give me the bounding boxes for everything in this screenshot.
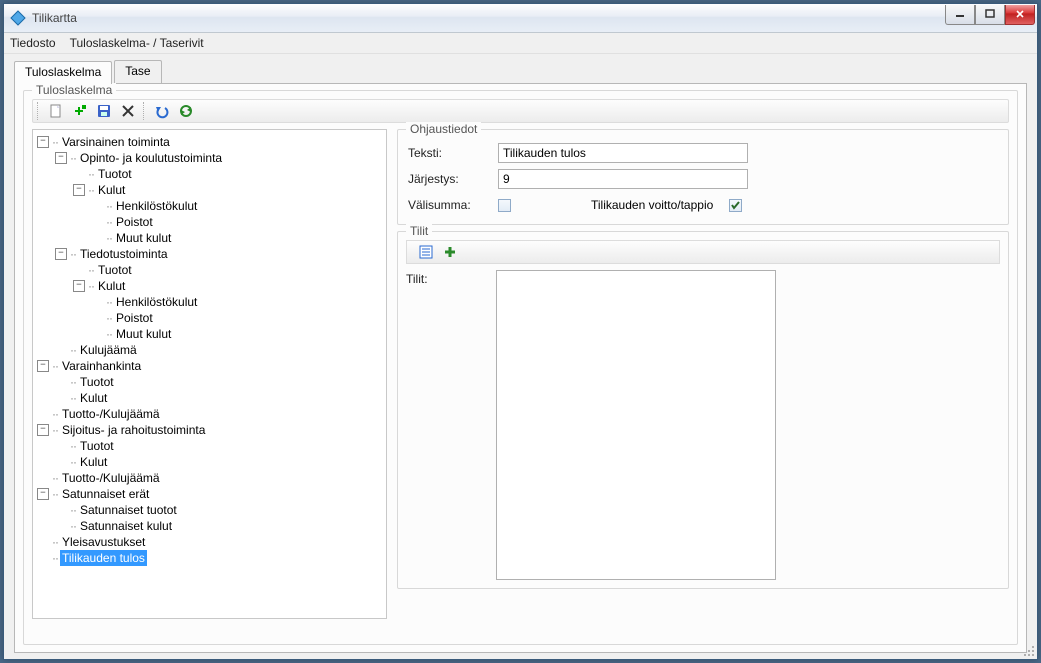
list-icon[interactable] — [417, 243, 435, 261]
checkbox-voittotappio[interactable] — [729, 199, 742, 212]
window-title: Tilikartta — [32, 11, 945, 25]
menubar: Tiedosto Tuloslaskelma- / Taserivit — [4, 33, 1037, 54]
refresh-icon[interactable] — [177, 102, 195, 120]
tree-item[interactable]: Tiedotustoiminta — [78, 246, 170, 262]
group-legend: Ohjaustiedot — [406, 122, 481, 136]
add-node-icon[interactable] — [71, 102, 89, 120]
undo-icon[interactable] — [153, 102, 171, 120]
tree-item[interactable]: Poistot — [114, 214, 155, 230]
toolbar-main — [32, 99, 1009, 123]
tree-item[interactable]: Tuotot — [78, 374, 116, 390]
tree-item[interactable]: Henkilöstökulut — [114, 198, 199, 214]
label-teksti: Teksti: — [408, 146, 498, 160]
close-button[interactable] — [1005, 5, 1035, 25]
expander-icon[interactable]: − — [37, 424, 49, 436]
add-icon[interactable] — [441, 243, 459, 261]
tree-item[interactable]: Kulut — [78, 454, 109, 470]
group-tilit: Tilit Tilit: — [397, 231, 1009, 589]
tree-item[interactable]: Sijoitus- ja rahoitustoiminta — [60, 422, 207, 438]
toolbar-tilit — [406, 240, 1000, 264]
toolbar-separator — [37, 102, 41, 120]
toolbar-separator — [143, 102, 147, 120]
tree-item[interactable]: Kulut — [96, 278, 127, 294]
client-area: Tuloslaskelma Tase Tuloslaskelma — [4, 54, 1037, 659]
tabstrip: Tuloslaskelma Tase — [14, 60, 1027, 83]
expander-icon[interactable]: − — [55, 248, 67, 260]
new-icon[interactable] — [47, 102, 65, 120]
checkbox-valisumma[interactable] — [498, 199, 511, 212]
expander-icon[interactable]: − — [73, 184, 85, 196]
tree-item[interactable]: Tuotot — [96, 166, 134, 182]
tree-item[interactable]: Satunnaiset erät — [60, 486, 151, 502]
window-buttons — [945, 5, 1035, 27]
app-window: Tilikartta Tiedosto Tuloslaskelma- / Tas… — [3, 3, 1038, 660]
tree-item[interactable]: Poistot — [114, 310, 155, 326]
tree-item[interactable]: Tuotto-/Kulujäämä — [60, 470, 162, 486]
tree-item[interactable]: Tuotot — [78, 438, 116, 454]
save-icon[interactable] — [95, 102, 113, 120]
tree-item[interactable]: Satunnaiset tuotot — [78, 502, 179, 518]
tree-item[interactable]: Muut kulut — [114, 326, 173, 342]
tree-item[interactable]: Henkilöstökulut — [114, 294, 199, 310]
tab-tase[interactable]: Tase — [114, 60, 161, 83]
tree-item[interactable]: Tuotto-/Kulujäämä — [60, 406, 162, 422]
label-jarjestys: Järjestys: — [408, 172, 498, 186]
input-teksti[interactable] — [498, 143, 748, 163]
expander-icon[interactable]: − — [55, 152, 67, 164]
titlebar: Tilikartta — [4, 4, 1037, 33]
expander-icon[interactable]: − — [73, 280, 85, 292]
tree-item[interactable]: Muut kulut — [114, 230, 173, 246]
group-legend: Tuloslaskelma — [32, 83, 116, 97]
minimize-button[interactable] — [945, 5, 975, 25]
tree-item[interactable]: Kulujäämä — [78, 342, 139, 358]
tree-item-selected[interactable]: Tilikauden tulos — [60, 550, 147, 566]
tree-item[interactable]: Varainhankinta — [60, 358, 143, 374]
tree-item[interactable]: Kulut — [96, 182, 127, 198]
expander-icon[interactable]: − — [37, 488, 49, 500]
tilit-listbox[interactable] — [496, 270, 776, 580]
label-tilit: Tilit: — [406, 270, 496, 580]
tree-item[interactable]: Varsinainen toiminta — [60, 134, 172, 150]
label-valisumma: Välisumma: — [408, 198, 498, 212]
input-jarjestys[interactable] — [498, 169, 748, 189]
group-legend: Tilit — [406, 224, 432, 238]
tree: −··Varsinainen toiminta −··Opinto- ja ko… — [35, 134, 384, 566]
tree-item[interactable]: Satunnaiset kulut — [78, 518, 174, 534]
tab-tuloslaskelma[interactable]: Tuloslaskelma — [14, 61, 112, 84]
label-voittotappio: Tilikauden voitto/tappio — [591, 198, 713, 212]
tabpage: Tuloslaskelma −··Varsinainen toiminta −·… — [14, 83, 1027, 653]
group-ohjaustiedot: Ohjaustiedot Teksti: Järjestys: Välisumm… — [397, 129, 1009, 225]
delete-icon[interactable] — [119, 102, 137, 120]
expander-icon[interactable]: − — [37, 360, 49, 372]
resize-grip[interactable] — [1021, 643, 1035, 657]
app-icon — [10, 10, 26, 26]
menu-rows[interactable]: Tuloslaskelma- / Taserivit — [70, 36, 204, 50]
tree-panel[interactable]: −··Varsinainen toiminta −··Opinto- ja ko… — [32, 129, 387, 619]
tree-item[interactable]: Yleisavustukset — [60, 534, 147, 550]
right-panel: Ohjaustiedot Teksti: Järjestys: Välisumm… — [397, 129, 1009, 619]
group-tuloslaskelma: Tuloslaskelma −··Varsinainen toiminta −·… — [23, 90, 1018, 645]
maximize-button[interactable] — [975, 5, 1005, 25]
tree-item[interactable]: Tuotot — [96, 262, 134, 278]
menu-file[interactable]: Tiedosto — [10, 36, 56, 50]
tree-item[interactable]: Kulut — [78, 390, 109, 406]
expander-icon[interactable]: − — [37, 136, 49, 148]
tree-item[interactable]: Opinto- ja koulutustoiminta — [78, 150, 224, 166]
